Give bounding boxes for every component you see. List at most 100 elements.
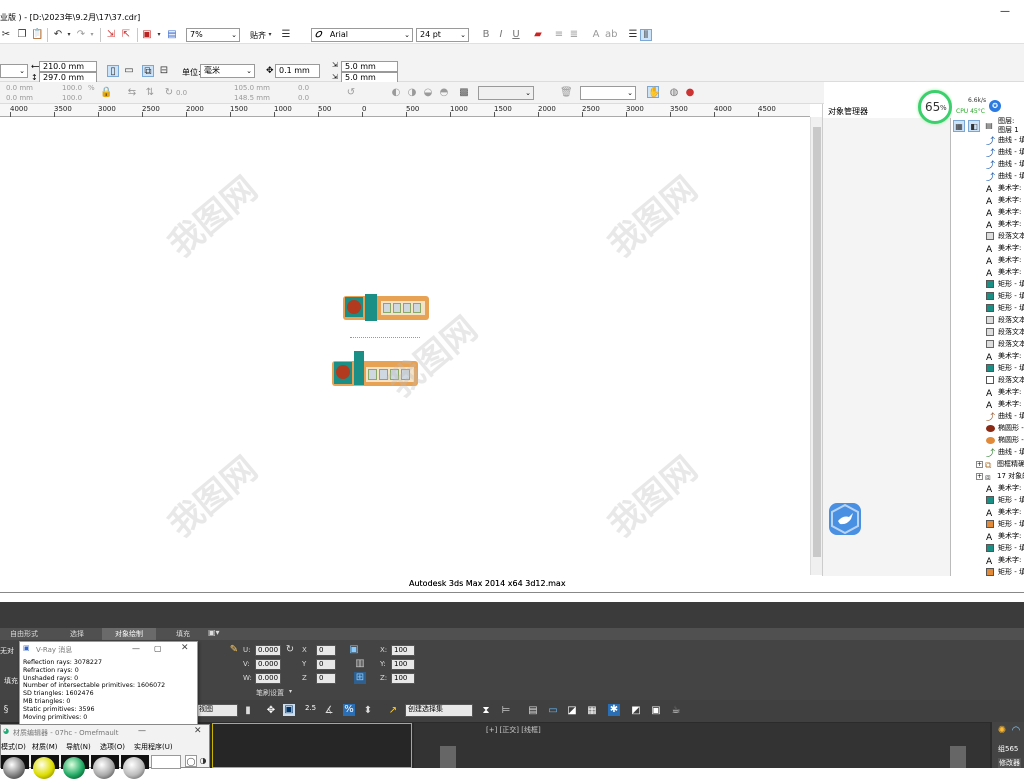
- ribbon-options-icon[interactable]: ▣▾: [208, 628, 220, 637]
- lock-scale-icon[interactable]: ⊞: [354, 672, 366, 684]
- modifier-list-label[interactable]: 修改器: [998, 758, 1021, 768]
- object-tree-item[interactable]: ⤴ 曲线 - 填: [986, 134, 1024, 147]
- center-y[interactable]: 148.5 mm: [234, 94, 270, 102]
- export-icon[interactable]: ⇱: [120, 29, 132, 41]
- canvas-vertical-scrollbar[interactable]: [810, 117, 822, 575]
- scale-z-field[interactable]: 100: [391, 673, 415, 684]
- bold-icon[interactable]: B: [480, 29, 492, 41]
- delete-icon[interactable]: 🗑: [560, 87, 573, 99]
- material-editor-window[interactable]: ◕ 材质编辑器 - 07hc - Omefmault — ✕ 模式(D) 材质(…: [0, 724, 210, 779]
- object-tree-item[interactable]: 段落文本: [986, 374, 1024, 386]
- object-tree-item[interactable]: +⧈ 17 对象的: [976, 470, 1024, 483]
- object-tree-item[interactable]: A 美术字:: [986, 530, 1021, 543]
- center-x[interactable]: 105.0 mm: [234, 84, 270, 92]
- object-tree-item[interactable]: A 美术字:: [986, 194, 1021, 207]
- scale-y[interactable]: 100.0: [62, 94, 82, 102]
- object-tree-item[interactable]: A 美术字:: [986, 254, 1021, 267]
- node-edit-icon-3[interactable]: ◒: [422, 87, 434, 99]
- redo-dropdown-icon[interactable]: ▾: [86, 29, 98, 41]
- lock-ratio-icon[interactable]: 🔒: [100, 87, 112, 99]
- scale-x-field[interactable]: 100: [391, 645, 415, 656]
- object-tree-item[interactable]: 矩形 - 填: [986, 542, 1024, 554]
- material-close-button[interactable]: ✕: [194, 726, 202, 736]
- font-family-select[interactable]: 𝑂 Arial ⌄: [311, 28, 413, 42]
- rendered-frame-icon[interactable]: ▣: [650, 705, 662, 717]
- publish-pdf-icon[interactable]: ▣: [141, 29, 153, 41]
- object-tree-item[interactable]: 段落文本: [986, 326, 1024, 338]
- snap-dropdown-icon[interactable]: ▾: [264, 29, 276, 41]
- system-monitor-widget[interactable]: 65 % 6.6k/s CPU 45°C ✪: [916, 88, 1008, 126]
- align-icon-max[interactable]: ⊨: [500, 705, 512, 717]
- backlight-icon[interactable]: ◑: [197, 755, 209, 767]
- menu-navigation[interactable]: 导航(N): [66, 742, 91, 752]
- x-position[interactable]: 0.0 mm: [6, 84, 33, 92]
- material-slot-1[interactable]: [1, 755, 29, 779]
- y-field[interactable]: 0: [316, 659, 336, 670]
- scale-uniform-icon[interactable]: ▣: [348, 644, 360, 656]
- material-slot-2[interactable]: [31, 755, 59, 779]
- mirror-v-icon[interactable]: ⇅: [144, 87, 156, 99]
- rotate-offset-icon[interactable]: ↻: [284, 644, 296, 656]
- object-tree-item[interactable]: ⤴ 曲线 - 填: [986, 410, 1024, 423]
- object-tree-item[interactable]: A 美术字:: [986, 506, 1021, 519]
- nudge-field[interactable]: 0.1 mm: [275, 64, 320, 78]
- pivot-icon[interactable]: ▮: [242, 705, 254, 717]
- sun-icon[interactable]: ✺: [996, 725, 1008, 737]
- object-tree-item[interactable]: 段落文本: [986, 230, 1024, 242]
- object-tree-item[interactable]: A 美术字:: [986, 350, 1021, 363]
- object-tree-item[interactable]: ⤴ 曲线 - 填: [986, 158, 1024, 171]
- object-tree-item[interactable]: A 美术字:: [986, 386, 1021, 399]
- color-styles-icon[interactable]: ●: [684, 87, 696, 99]
- move-icon[interactable]: ✥: [265, 705, 277, 717]
- all-pages-icon[interactable]: ⧉: [142, 65, 154, 77]
- select-manipulate-icon[interactable]: ▣: [283, 704, 295, 716]
- align-icon[interactable]: ☰: [280, 29, 292, 41]
- current-page-icon[interactable]: ⊟: [158, 65, 170, 77]
- text-properties-icon[interactable]: A: [590, 29, 602, 41]
- horizontal-text-icon[interactable]: ☰: [627, 29, 639, 41]
- object-tree-item[interactable]: 椭圆形 -: [986, 422, 1024, 434]
- mirror-icon[interactable]: ⧗: [480, 705, 492, 717]
- z-field[interactable]: 0: [316, 673, 336, 684]
- tab-populate[interactable]: 填充: [176, 629, 190, 639]
- object-tree-item[interactable]: A 美术字:: [986, 554, 1021, 567]
- cut-icon[interactable]: ✂: [0, 29, 12, 41]
- object-tree-item[interactable]: 椭圆形 -: [986, 434, 1024, 446]
- w-field[interactable]: 0.000: [255, 673, 281, 684]
- vray-maximize-button[interactable]: ▢: [154, 644, 162, 653]
- sample-type-icon[interactable]: ◯: [185, 755, 197, 767]
- object-tree-item[interactable]: 矩形 - 填: [986, 362, 1024, 374]
- expand-icon[interactable]: +: [976, 461, 983, 468]
- object-tree-item[interactable]: ⤴ 曲线 - 填: [986, 446, 1024, 459]
- angle-snap-icon[interactable]: ∡: [323, 705, 335, 717]
- corner-radius-2[interactable]: 0.0: [298, 94, 309, 102]
- edit-text-icon[interactable]: ab: [605, 29, 617, 41]
- portrait-icon[interactable]: ▯: [107, 65, 119, 77]
- object-tree-item[interactable]: A 美术字:: [986, 182, 1021, 195]
- material-minimize-button[interactable]: —: [138, 726, 146, 735]
- angle-snap-text[interactable]: 2.5: [305, 704, 316, 712]
- viewport-label[interactable]: [+] [正交] [线框]: [486, 725, 541, 735]
- object-tree-item[interactable]: A 美术字:: [986, 206, 1021, 219]
- edit-named-selection-icon[interactable]: ↗: [387, 705, 399, 717]
- color-proof-icon[interactable]: ◍: [668, 87, 680, 99]
- italic-icon[interactable]: I: [495, 29, 507, 41]
- undo-dropdown-icon[interactable]: ▾: [63, 29, 75, 41]
- percent-snap-icon[interactable]: %: [343, 704, 355, 716]
- expand-icon[interactable]: +: [976, 473, 983, 480]
- scale-y-field[interactable]: 100: [391, 659, 415, 670]
- tab-object-paint[interactable]: 对象绘制: [102, 628, 156, 640]
- material-editor-icon[interactable]: ✱: [608, 704, 620, 716]
- view-select[interactable]: 视图: [196, 704, 238, 717]
- vertical-text-icon[interactable]: ⦀: [640, 29, 652, 41]
- landscape-icon[interactable]: ▭: [123, 65, 135, 77]
- rotation-angle[interactable]: 0.0: [176, 89, 187, 97]
- brush-settings-dropdown-icon[interactable]: ▾: [289, 688, 292, 695]
- text-color-icon[interactable]: ▰: [532, 29, 544, 41]
- render-setup-icon[interactable]: ◩: [630, 705, 642, 717]
- object-tree-item[interactable]: A 美术字:: [986, 482, 1021, 495]
- object-tree-item[interactable]: 矩形 - 填: [986, 518, 1024, 530]
- drawing-canvas[interactable]: Autodesk 3ds Max 2014 x64 3d12.max: [0, 117, 810, 588]
- object-tree-item[interactable]: ⤴ 曲线 - 填: [986, 170, 1024, 183]
- brush-settings-label[interactable]: 笔刷设置: [256, 688, 284, 698]
